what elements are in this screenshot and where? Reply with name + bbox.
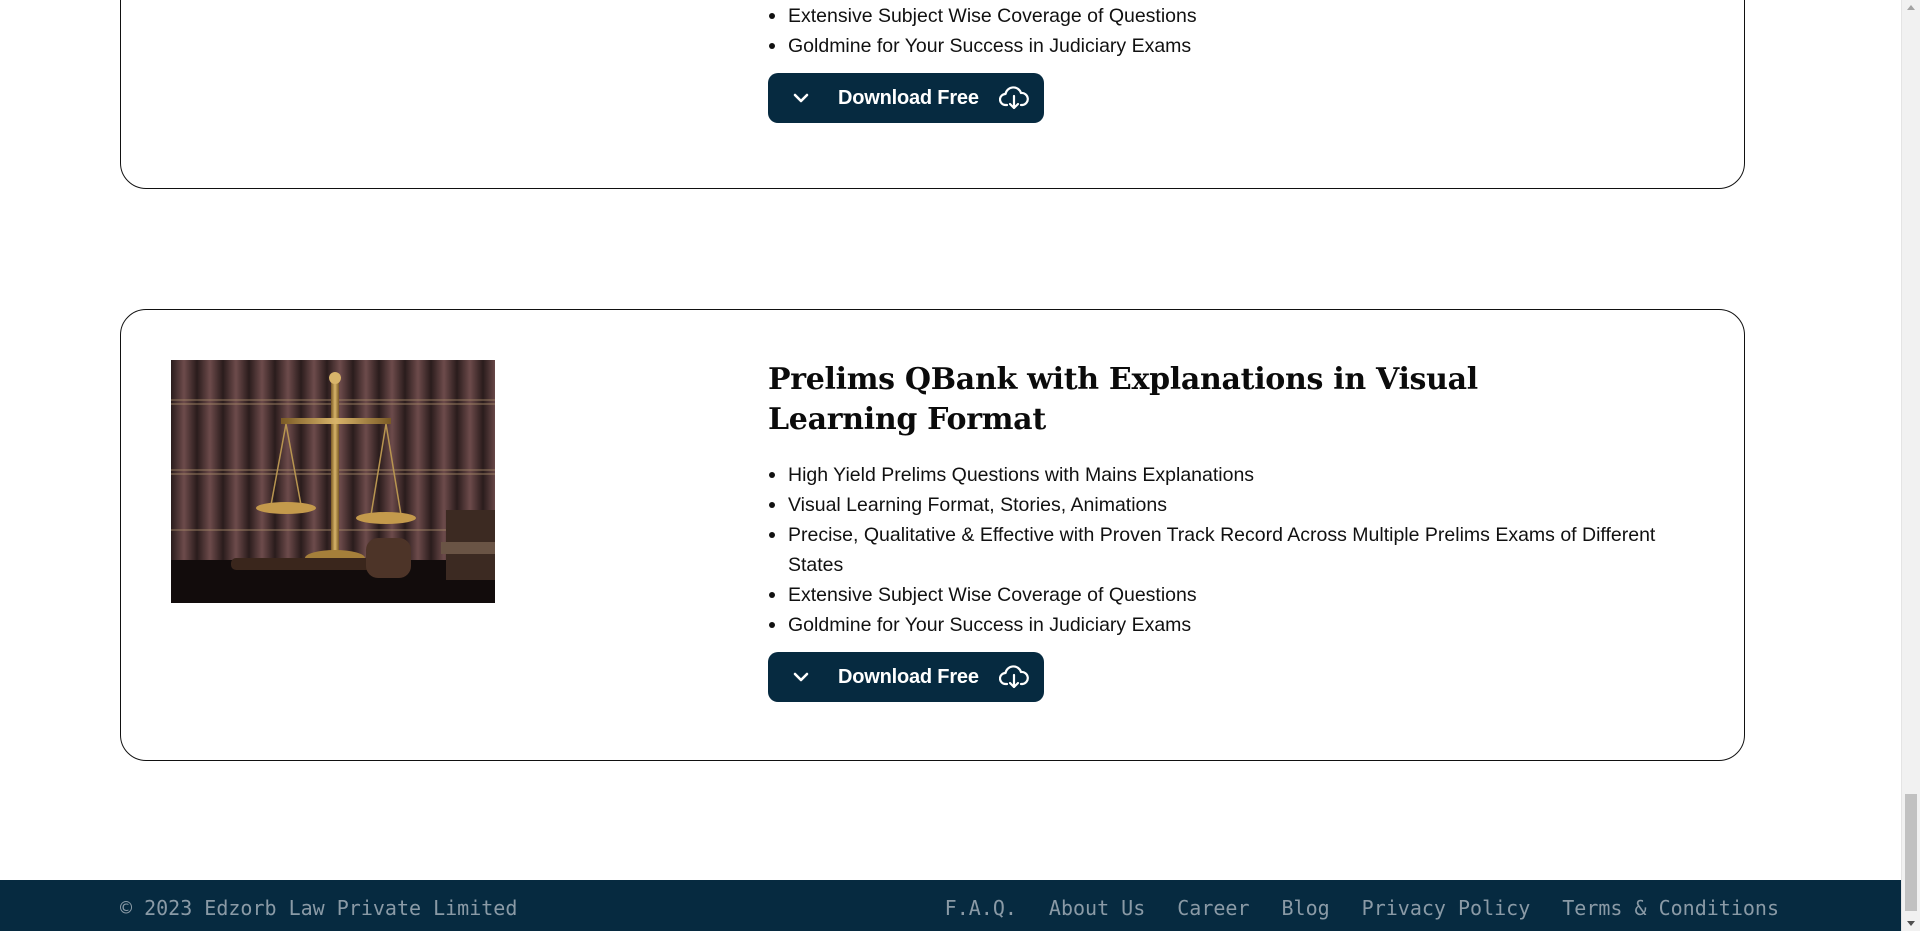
product-card-1: Extensive Subject Wise Coverage of Quest… xyxy=(120,0,1745,189)
footer-copyright: © 2023 Edzorb Law Private Limited xyxy=(120,896,518,920)
product-title: Prelims QBank with Explanations in Visua… xyxy=(768,362,1478,437)
scroll-down-arrow-icon[interactable] xyxy=(1907,921,1915,926)
footer-link-about-us[interactable]: About Us xyxy=(1049,896,1145,920)
download-free-label: Download Free xyxy=(838,86,979,109)
footer-link-blog[interactable]: Blog xyxy=(1282,896,1330,920)
scrollbar-thumb[interactable] xyxy=(1905,794,1917,911)
chevron-down-icon xyxy=(793,667,823,687)
feature-list: High Yield Prelims Questions with Mains … xyxy=(768,460,1708,640)
footer-links: F.A.Q. About Us Career Blog Privacy Poli… xyxy=(945,896,1779,920)
law-books-scales-image xyxy=(171,360,495,603)
download-free-button[interactable]: Download Free xyxy=(768,652,1044,702)
cloud-download-icon xyxy=(998,664,1029,690)
download-free-button[interactable]: Download Free xyxy=(768,73,1044,123)
feature-list: Extensive Subject Wise Coverage of Quest… xyxy=(768,1,1708,61)
footer-link-faq[interactable]: F.A.Q. xyxy=(945,896,1017,920)
product-card-2: Prelims QBank with Explanations in Visua… xyxy=(120,309,1745,761)
footer-link-career[interactable]: Career xyxy=(1177,896,1249,920)
product-card-content: Prelims QBank with Explanations in Visua… xyxy=(768,360,1708,702)
feature-item: Visual Learning Format, Stories, Animati… xyxy=(768,490,1708,520)
feature-item: Precise, Qualitative & Effective with Pr… xyxy=(768,520,1708,580)
feature-item: Goldmine for Your Success in Judiciary E… xyxy=(768,31,1708,61)
page-viewport: Extensive Subject Wise Coverage of Quest… xyxy=(0,0,1901,931)
chevron-down-icon xyxy=(793,88,823,108)
feature-item: Extensive Subject Wise Coverage of Quest… xyxy=(768,1,1708,31)
feature-item: Goldmine for Your Success in Judiciary E… xyxy=(768,610,1708,640)
footer-link-privacy-policy[interactable]: Privacy Policy xyxy=(1362,896,1531,920)
cloud-download-icon xyxy=(998,85,1029,111)
vertical-scrollbar[interactable] xyxy=(1901,0,1920,931)
site-footer: © 2023 Edzorb Law Private Limited F.A.Q.… xyxy=(0,880,1901,931)
footer-link-terms-conditions[interactable]: Terms & Conditions xyxy=(1562,896,1779,920)
feature-item: High Yield Prelims Questions with Mains … xyxy=(768,460,1708,490)
download-free-label: Download Free xyxy=(838,665,979,688)
product-card-content: Extensive Subject Wise Coverage of Quest… xyxy=(768,1,1708,123)
feature-item: Extensive Subject Wise Coverage of Quest… xyxy=(768,580,1708,610)
scroll-up-arrow-icon[interactable] xyxy=(1907,5,1915,10)
